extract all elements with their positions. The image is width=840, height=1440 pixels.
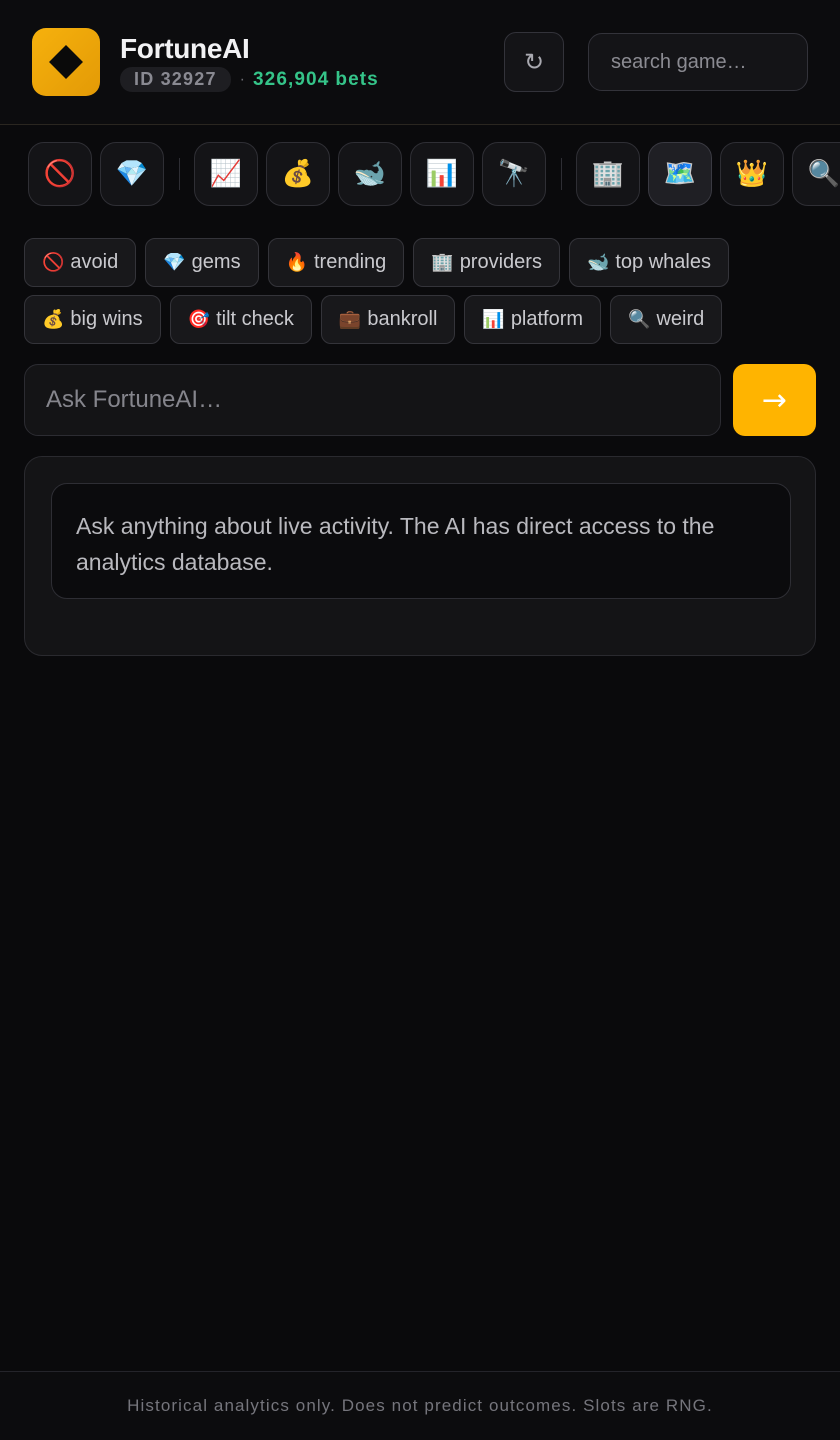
arrow-right-icon: → — [761, 382, 788, 418]
magnifier-icon: 🔍 — [628, 309, 651, 330]
whale-icon-button[interactable]: 🐋 — [338, 142, 402, 206]
quick-prompt-chips: 🚫 avoid 💎 gems 🔥 trending 🏢 providers 🐋 top w… — [24, 238, 824, 352]
app-title: FortuneAI — [120, 33, 250, 64]
footer: Historical analytics only. Does not pred… — [0, 1371, 840, 1440]
chip-trending[interactable]: 🔥 trending — [267, 238, 405, 287]
whale-icon: 🐋 — [353, 159, 387, 189]
bets-count: 326,904 — [252, 68, 330, 90]
office-building-icon: 🏢 — [591, 159, 625, 189]
chart-increasing-icon: 📈 — [209, 159, 243, 189]
map-icon-button[interactable]: 🗺️ — [648, 142, 712, 206]
office-building-icon: 🏢 — [431, 252, 454, 273]
gem-icon: 💎 — [115, 159, 149, 189]
search-game-input[interactable] — [588, 33, 808, 91]
refresh-button[interactable]: ↻ — [504, 32, 564, 92]
chip-tilt-check[interactable]: 🎯 tilt check — [169, 295, 312, 344]
toolbar-divider — [179, 158, 180, 190]
bar-chart-icon: 📊 — [482, 309, 505, 330]
chip-big-wins[interactable]: 💰 big wins — [24, 295, 161, 344]
chip-label: trending — [313, 251, 387, 273]
crown-icon: 👑 — [735, 159, 769, 189]
header: FortuneAI ID 32927 · 326,904 bets ↻ — [0, 0, 840, 125]
header-meta: ID 32927 · 326,904 bets — [120, 67, 379, 92]
chip-bankroll[interactable]: 💼 bankroll — [320, 295, 456, 344]
footer-disclaimer: Historical analytics only. Does not pred… — [127, 1396, 713, 1415]
response-panel: Ask anything about live activity. The AI… — [24, 456, 816, 656]
chip-weird[interactable]: 🔍 weird — [610, 295, 723, 344]
gems-icon-button[interactable]: 💎 — [100, 142, 164, 206]
send-button[interactable]: → — [733, 364, 816, 436]
avoid-icon-button[interactable]: 🚫 — [28, 142, 92, 206]
quick-icon-toolbar: 🚫 💎 📈 💰 🐋 📊 🔭 🏢 🗺️ 👑 🔍 — [0, 142, 840, 206]
bar-chart-icon: 📊 — [425, 159, 459, 189]
map-icon: 🗺️ — [663, 159, 697, 189]
chip-label: weird — [656, 308, 705, 330]
fire-icon: 🔥 — [285, 252, 308, 273]
chip-avoid[interactable]: 🚫 avoid — [24, 238, 137, 287]
providers-icon-button[interactable]: 🏢 — [576, 142, 640, 206]
app-root: FortuneAI ID 32927 · 326,904 bets ↻ 🚫 💎 … — [0, 0, 840, 1440]
chip-label: avoid — [70, 251, 119, 273]
avoid-icon: 🚫 — [43, 159, 77, 189]
chip-label: bankroll — [367, 308, 438, 330]
meta-separator: · — [239, 70, 245, 88]
whale-icon: 🐋 — [586, 252, 610, 273]
toolbar-divider — [561, 158, 562, 190]
money-bag-icon: 💰 — [281, 159, 315, 189]
gem-icon: 💎 — [163, 252, 186, 273]
stats-icon-button[interactable]: 📊 — [410, 142, 474, 206]
chip-label: gems — [191, 251, 241, 273]
telescope-icon-button[interactable]: 🔭 — [482, 142, 546, 206]
chip-top-whales[interactable]: 🐋 top whales — [568, 238, 729, 287]
chip-label: providers — [459, 251, 542, 273]
trending-icon-button[interactable]: 📈 — [194, 142, 258, 206]
diamond-icon — [49, 45, 83, 79]
chip-row: 💰 big wins 🎯 tilt check 💼 bankroll 📊 platfor… — [24, 295, 824, 344]
chip-label: platform — [510, 308, 584, 330]
chip-row: 🚫 avoid 💎 gems 🔥 trending 🏢 providers 🐋 top w… — [24, 238, 824, 287]
app-logo — [32, 28, 100, 96]
briefcase-icon: 💼 — [338, 309, 362, 330]
chip-label: top whales — [615, 251, 711, 273]
assistant-message: Ask anything about live activity. The AI… — [51, 483, 791, 599]
chip-providers[interactable]: 🏢 providers — [413, 238, 560, 287]
crown-icon-button[interactable]: 👑 — [720, 142, 784, 206]
telescope-icon: 🔭 — [497, 159, 531, 189]
money-bag-icon: 💰 — [42, 309, 65, 330]
money-icon-button[interactable]: 💰 — [266, 142, 330, 206]
bets-label: bets — [335, 68, 379, 90]
avoid-icon: 🚫 — [42, 252, 65, 273]
id-badge: ID 32927 — [120, 67, 231, 92]
chip-gems[interactable]: 💎 gems — [145, 238, 259, 287]
search-icon-button[interactable]: 🔍 — [792, 142, 840, 206]
target-icon: 🎯 — [187, 309, 211, 330]
chip-label: big wins — [70, 308, 143, 330]
ask-input[interactable] — [24, 364, 721, 436]
magnifier-icon: 🔍 — [807, 159, 840, 189]
refresh-icon: ↻ — [523, 48, 545, 76]
chip-platform[interactable]: 📊 platform — [464, 295, 602, 344]
chip-label: tilt check — [216, 308, 294, 330]
